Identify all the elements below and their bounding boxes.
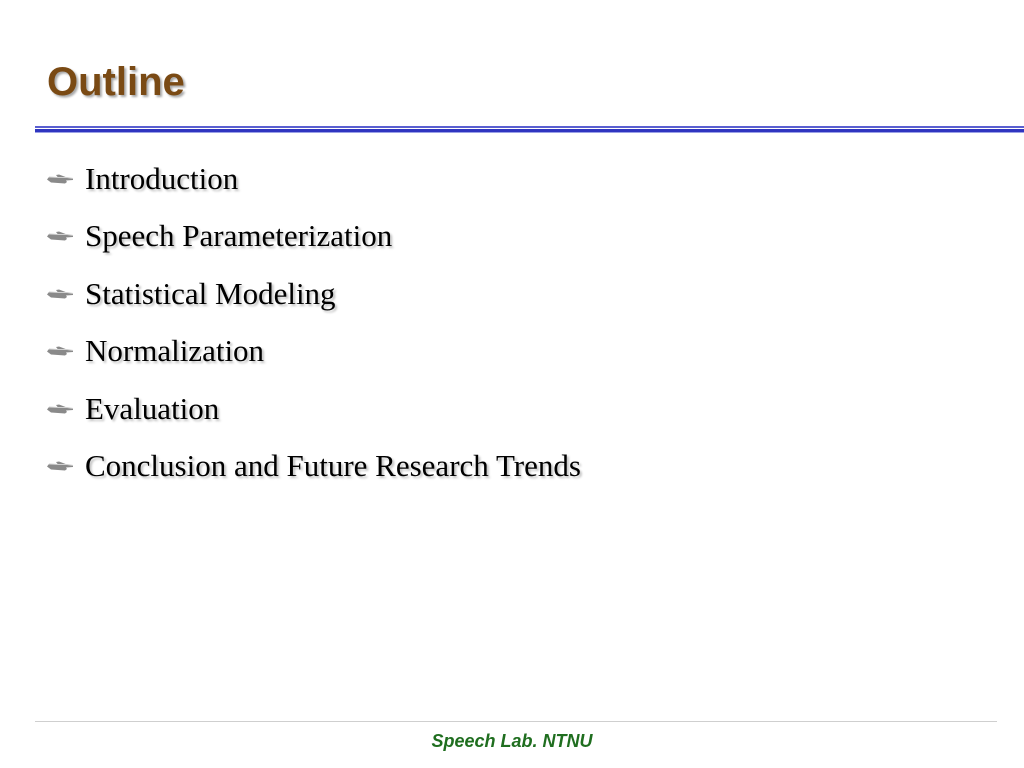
outline-item: Normalization [45, 323, 581, 381]
outline-item: Conclusion and Future Research Trends [45, 438, 581, 496]
outline-item-label: Normalization [85, 333, 265, 369]
title-divider-line-bottom [35, 132, 1024, 133]
outline-item-label: Statistical Modeling [85, 275, 336, 311]
outline-item-label: Speech Parameterization [85, 218, 393, 254]
pointing-hand-icon [47, 231, 74, 241]
slide: Outline Introduction Speech Parameteriza… [0, 0, 1024, 768]
outline-item: Statistical Modeling [45, 265, 581, 323]
outline-item: Evaluation [45, 380, 581, 438]
title-divider-line-top [35, 126, 1024, 128]
outline-list: Introduction Speech Parameterization Sta… [45, 150, 581, 495]
footer-label: Speech Lab. NTNU [431, 731, 593, 751]
outline-item: Speech Parameterization [45, 208, 581, 266]
outline-item: Introduction [45, 150, 581, 208]
title-divider [35, 126, 1024, 134]
outline-item-label: Introduction [85, 160, 239, 196]
outline-item-label: Conclusion and Future Research Trends [85, 448, 581, 484]
pointing-hand-icon [47, 346, 74, 356]
pointing-hand-icon [47, 174, 74, 184]
outline-item-label: Evaluation [85, 390, 220, 426]
pointing-hand-icon [47, 404, 74, 414]
pointing-hand-icon [47, 289, 74, 299]
slide-title: Outline [47, 60, 185, 104]
pointing-hand-icon [47, 461, 74, 471]
footer-divider [35, 721, 997, 722]
